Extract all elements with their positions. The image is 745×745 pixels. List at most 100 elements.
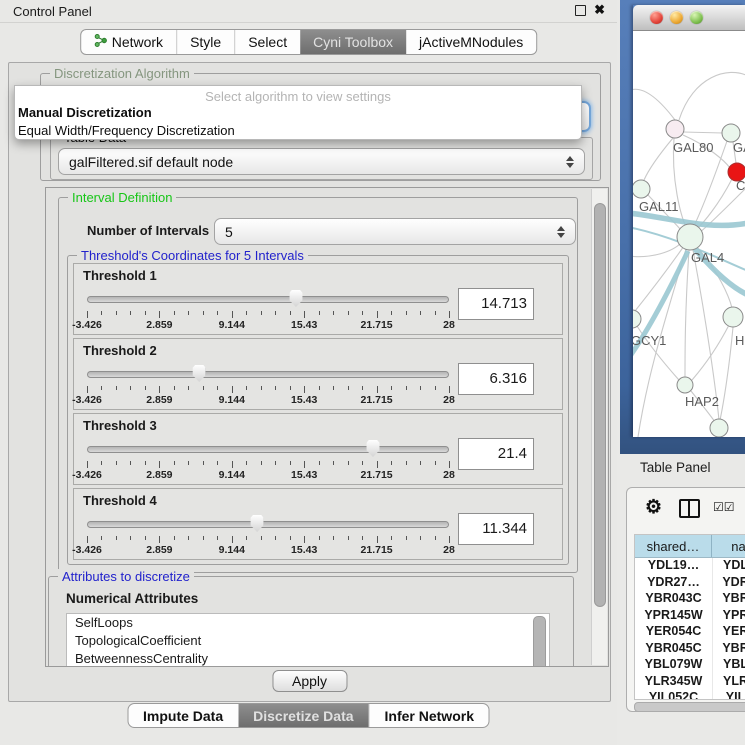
- tab-network[interactable]: Network: [81, 30, 176, 54]
- minimize-traffic-light-icon[interactable]: [670, 11, 683, 24]
- slider-track[interactable]: [87, 296, 449, 303]
- threshold-slider[interactable]: -3.4262.8599.14415.4321.71528: [87, 365, 449, 407]
- slider-thumb[interactable]: [251, 515, 264, 532]
- slider-track[interactable]: [87, 521, 449, 528]
- column-header-shared[interactable]: shared…: [635, 535, 712, 557]
- thresholds-coordinates-group: Threshold's Coordinates for 5 Intervals …: [67, 255, 569, 565]
- dropdown-option-equal-width-frequency[interactable]: Equal Width/Frequency Discretization: [15, 122, 581, 140]
- dropdown-hint: Select algorithm to view settings: [15, 89, 581, 104]
- cell-name[interactable]: YBR0: [713, 591, 745, 608]
- threshold-slider[interactable]: -3.4262.8599.14415.4321.71528: [87, 290, 449, 332]
- tab-impute-data[interactable]: Impute Data: [128, 704, 238, 727]
- table-data-combobox[interactable]: galFiltered.sif default node: [58, 148, 585, 175]
- float-icon[interactable]: [575, 5, 586, 16]
- table-row[interactable]: YDR27…YDR2: [635, 575, 745, 592]
- node-bottom: [710, 419, 728, 437]
- threshold-slider[interactable]: -3.4262.8599.14415.4321.71528: [87, 515, 449, 557]
- cell-shared-name[interactable]: YDR27…: [635, 575, 713, 592]
- network-view-frame: GAL80 GA C GAL11 GAL4 GCY1 H HAP2: [620, 0, 745, 454]
- slider-thumb[interactable]: [366, 440, 379, 457]
- tab-style[interactable]: Style: [176, 30, 234, 54]
- cell-shared-name[interactable]: YDL19…: [635, 558, 713, 575]
- threshold-value-field[interactable]: 6.316: [458, 363, 534, 395]
- table-row[interactable]: YBR045CYBR0: [635, 641, 745, 658]
- settings-vertical-scrollbar[interactable]: [591, 189, 607, 665]
- network-canvas[interactable]: GAL80 GA C GAL11 GAL4 GCY1 H HAP2: [633, 31, 745, 437]
- slider-thumb[interactable]: [289, 290, 302, 307]
- threshold-value-field[interactable]: 14.713: [458, 288, 534, 320]
- attribute-item[interactable]: SelfLoops: [67, 614, 549, 632]
- tab-label: Discretize Data: [253, 708, 353, 724]
- number-of-intervals-spinner[interactable]: 5: [214, 218, 576, 245]
- scrollbar-thumb[interactable]: [594, 203, 606, 607]
- column-header-name[interactable]: na: [712, 535, 745, 557]
- slider-track[interactable]: [87, 371, 449, 378]
- cell-name[interactable]: YPR1: [713, 608, 745, 625]
- table-horizontal-scrollbar[interactable]: [634, 702, 745, 712]
- cell-shared-name[interactable]: YBL079W: [635, 657, 713, 674]
- list-scrollbar[interactable]: [533, 616, 546, 667]
- cell-name[interactable]: YIL0: [713, 690, 745, 700]
- table-header-row: shared… na: [635, 535, 745, 558]
- cell-name[interactable]: YLR3: [713, 674, 745, 691]
- table-row[interactable]: YLR345WYLR3: [635, 674, 745, 691]
- cell-shared-name[interactable]: YLR345W: [635, 674, 713, 691]
- slider-tick-labels: -3.4262.8599.14415.4321.71528: [87, 469, 449, 481]
- group-title: Attributes to discretize: [58, 569, 194, 584]
- tab-select[interactable]: Select: [234, 30, 300, 54]
- tab-cyni-toolbox[interactable]: Cyni Toolbox: [300, 30, 406, 54]
- close-icon[interactable]: ✖: [594, 4, 605, 16]
- cell-shared-name[interactable]: YBR043C: [635, 591, 713, 608]
- node-gal80: [666, 120, 684, 138]
- network-window: GAL80 GA C GAL11 GAL4 GCY1 H HAP2: [633, 5, 745, 437]
- close-traffic-light-icon[interactable]: [650, 11, 663, 24]
- table-panel-titlebar: Table Panel: [617, 454, 745, 481]
- network-window-titlebar[interactable]: [633, 5, 745, 31]
- attribute-item[interactable]: TopologicalCoefficient: [67, 632, 549, 650]
- slider-track[interactable]: [87, 446, 449, 453]
- threshold-value-field[interactable]: 21.4: [458, 438, 534, 470]
- zoom-traffic-light-icon[interactable]: [690, 11, 703, 24]
- threshold-slider[interactable]: -3.4262.8599.14415.4321.71528: [87, 440, 449, 482]
- tab-discretize-data[interactable]: Discretize Data: [238, 704, 368, 727]
- table-row[interactable]: YBL079WYBL0: [635, 657, 745, 674]
- apply-button[interactable]: Apply: [272, 670, 347, 692]
- slider-tick-labels: -3.4262.8599.14415.4321.71528: [87, 319, 449, 331]
- table-panel: ⚙ ☑☑ shared… na YDL19…YDL1YDR27…YDR2YBR0…: [626, 487, 745, 712]
- cell-shared-name[interactable]: YBR045C: [635, 641, 713, 658]
- cell-shared-name[interactable]: YIL052C: [635, 690, 713, 700]
- table-row[interactable]: YDL19…YDL1: [635, 558, 745, 575]
- cell-shared-name[interactable]: YER054C: [635, 624, 713, 641]
- cell-name[interactable]: YDR2: [713, 575, 745, 592]
- table-row[interactable]: YIL052CYIL0: [635, 690, 745, 700]
- cell-shared-name[interactable]: YPR145W: [635, 608, 713, 625]
- cell-name[interactable]: YBR0: [713, 641, 745, 658]
- cell-name[interactable]: YDL1: [713, 558, 745, 575]
- threshold-label: Threshold 3: [83, 418, 157, 433]
- tab-label: Style: [190, 34, 221, 50]
- attribute-item[interactable]: BetweennessCentrality: [67, 650, 549, 667]
- cell-name[interactable]: YER0: [713, 624, 745, 641]
- table-row[interactable]: YPR145WYPR1: [635, 608, 745, 625]
- slider-thumb[interactable]: [193, 365, 206, 382]
- tab-label: Impute Data: [143, 708, 223, 724]
- right-column: GAL80 GA C GAL11 GAL4 GCY1 H HAP2 Table …: [617, 0, 745, 745]
- tab-infer-network[interactable]: Infer Network: [369, 704, 489, 727]
- node-label: GAL11: [639, 199, 679, 214]
- gear-icon[interactable]: ⚙: [645, 496, 662, 519]
- dropdown-option-manual-discretization[interactable]: Manual Discretization: [15, 104, 581, 122]
- app-root: Control Panel ✖ Network Style Se: [0, 0, 745, 745]
- columns-icon[interactable]: [679, 499, 700, 518]
- table-row[interactable]: YBR043CYBR0: [635, 591, 745, 608]
- tab-jactivemnodules[interactable]: jActiveMNodules: [406, 30, 536, 54]
- select-columns-icon[interactable]: ☑☑: [713, 500, 735, 514]
- slider-tick-labels: -3.4262.8599.14415.4321.71528: [87, 394, 449, 406]
- threshold-value-field[interactable]: 11.344: [458, 513, 534, 545]
- threshold-panel: Threshold 2 -3.4262.8599.14415.4321.7152…: [73, 338, 563, 410]
- node-h: [723, 307, 743, 327]
- network-icon: [94, 34, 107, 50]
- table-row[interactable]: YER054CYER0: [635, 624, 745, 641]
- table-data-group: Table Data galFiltered.sif default node: [50, 137, 593, 180]
- cell-name[interactable]: YBL0: [713, 657, 745, 674]
- slider-ticks: [87, 386, 449, 394]
